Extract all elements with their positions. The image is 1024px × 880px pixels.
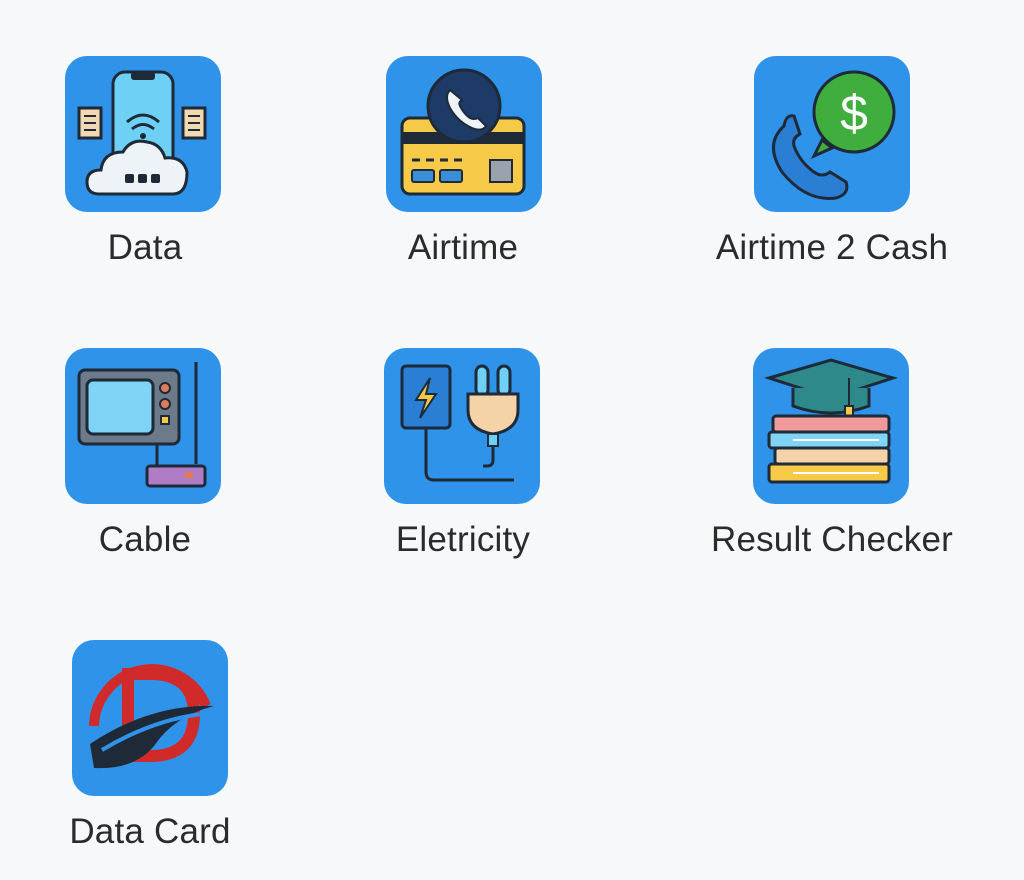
- data-card-logo-icon: [72, 640, 228, 796]
- service-tile-airtime2cash[interactable]: $ Airtime 2 Cash: [687, 56, 977, 296]
- service-label: Result Checker: [710, 520, 954, 559]
- service-tile-result-checker[interactable]: Result Checker: [687, 348, 977, 588]
- service-tile-electricity[interactable]: Eletricity: [318, 348, 608, 588]
- service-label: Airtime: [407, 228, 519, 267]
- plug-icon: [384, 348, 540, 504]
- phone-cash-icon: $: [754, 56, 910, 212]
- service-label: Airtime 2 Cash: [715, 228, 949, 267]
- tv-icon: [65, 348, 221, 504]
- svg-text:$: $: [840, 85, 868, 141]
- service-label: Data: [107, 228, 183, 267]
- clipped-top-text: ​: [300, 0, 360, 4]
- phone-card-icon: [386, 56, 542, 212]
- service-tile-airtime[interactable]: Airtime: [318, 56, 608, 296]
- service-label: Data Card: [69, 812, 231, 851]
- services-grid: ​: [0, 0, 1024, 871]
- service-tile-data[interactable]: Data: [0, 56, 290, 296]
- service-label: Eletricity: [395, 520, 531, 559]
- service-label: Cable: [98, 520, 192, 559]
- service-tile-data-card[interactable]: Data Card: [5, 640, 295, 880]
- service-tile-cable[interactable]: Cable: [0, 348, 290, 588]
- graduation-books-icon: [753, 348, 909, 504]
- router-phone-icon: [65, 56, 221, 212]
